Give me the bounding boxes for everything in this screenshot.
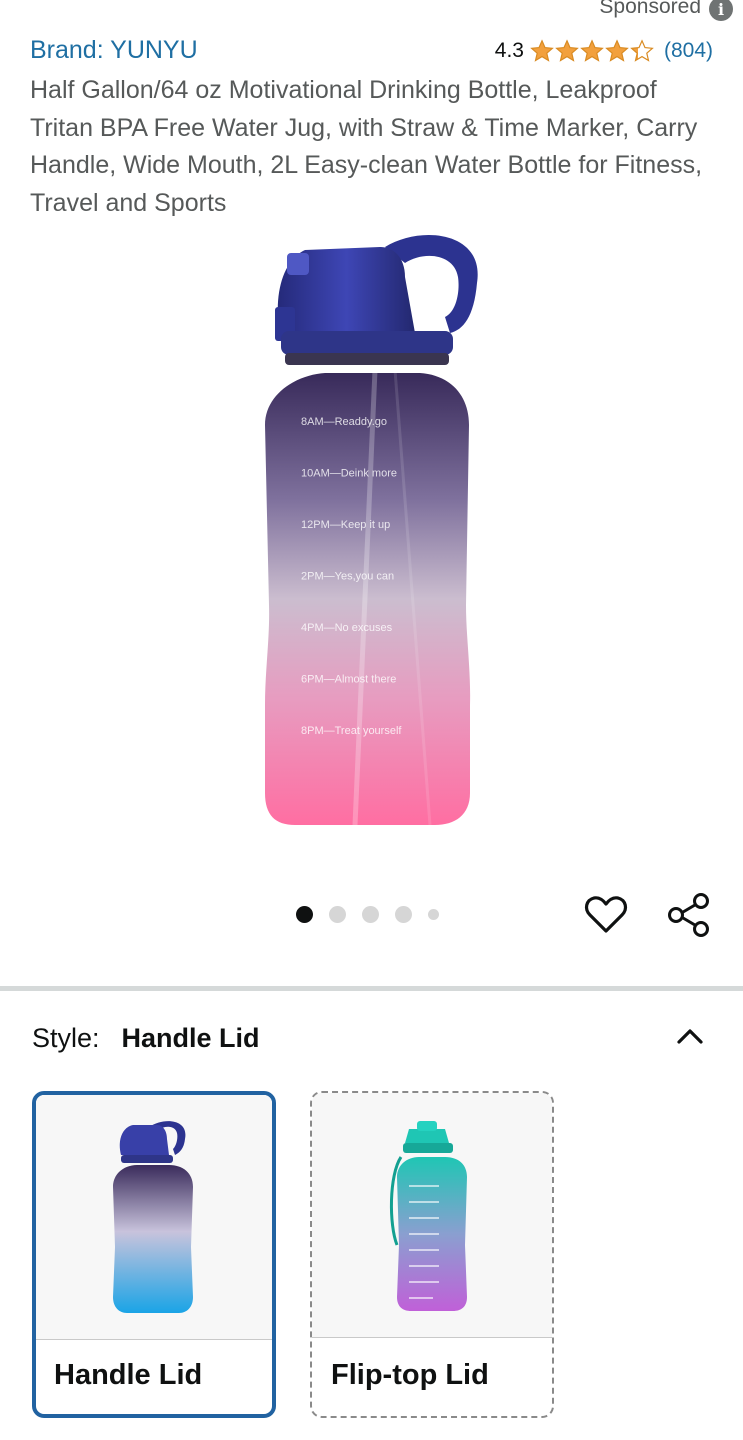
star-icon <box>630 38 654 62</box>
sponsored-text: Sponsored <box>599 0 701 18</box>
style-option-label: Flip-top Lid <box>331 1359 489 1391</box>
brand-rating-row: Brand: YUNYU 4.3 (804) <box>30 36 713 65</box>
info-icon[interactable]: i <box>709 0 733 21</box>
heart-icon[interactable] <box>583 892 629 938</box>
style-option-thumbnail <box>36 1095 272 1339</box>
image-carousel-dots[interactable] <box>296 906 439 923</box>
bottle-time-marker: 8PM—Treat yourself <box>301 725 402 737</box>
swatch-divider <box>36 1339 272 1340</box>
star-icon <box>580 38 604 62</box>
style-selected-value: Handle Lid <box>121 1022 260 1053</box>
product-image[interactable]: 8AM—Readdy.go 10AM—Deink more 12PM—Keep it… <box>255 225 485 835</box>
star-icon <box>605 38 629 62</box>
share-icon[interactable] <box>666 892 712 938</box>
rating-score: 4.3 <box>494 38 524 62</box>
bottle-time-marker: 10AM—Deink more <box>301 468 397 480</box>
carousel-dot[interactable] <box>395 906 412 923</box>
bottle-time-marker: 2PM—Yes,you can <box>301 571 394 583</box>
bottle-time-marker: 12PM—Keep it up <box>301 519 390 531</box>
style-option-label: Handle Lid <box>54 1359 203 1391</box>
style-option-thumbnail <box>312 1093 552 1337</box>
star-icon <box>555 38 579 62</box>
style-option-flip-top-lid[interactable]: Flip-top Lid <box>310 1091 554 1418</box>
bottle-time-marker: 8AM—Readdy.go <box>301 416 387 428</box>
swatch-divider <box>312 1337 552 1338</box>
chevron-up-icon[interactable] <box>675 1022 705 1052</box>
bottle-time-marker: 4PM—No excuses <box>301 622 393 634</box>
bottle-time-marker: 6PM—Almost there <box>301 674 396 686</box>
brand-link[interactable]: Brand: YUNYU <box>30 36 198 65</box>
carousel-dot[interactable] <box>296 906 313 923</box>
carousel-dot[interactable] <box>362 906 379 923</box>
rating-summary[interactable]: 4.3 (804) <box>495 39 713 63</box>
carousel-dot[interactable] <box>428 909 439 920</box>
style-label: Style: <box>32 1022 100 1053</box>
style-selector-header[interactable]: Style: Handle Lid <box>32 1018 705 1058</box>
star-icon <box>530 38 554 62</box>
section-divider <box>0 986 743 991</box>
product-title: Half Gallon/64 oz Motivational Drinking … <box>30 76 703 217</box>
sponsored-label[interactable]: Sponsored i <box>599 0 733 22</box>
star-rating <box>530 38 654 63</box>
style-option-handle-lid[interactable]: Handle Lid <box>32 1091 276 1418</box>
carousel-dot[interactable] <box>329 906 346 923</box>
review-count-link[interactable]: (804) <box>664 39 713 63</box>
